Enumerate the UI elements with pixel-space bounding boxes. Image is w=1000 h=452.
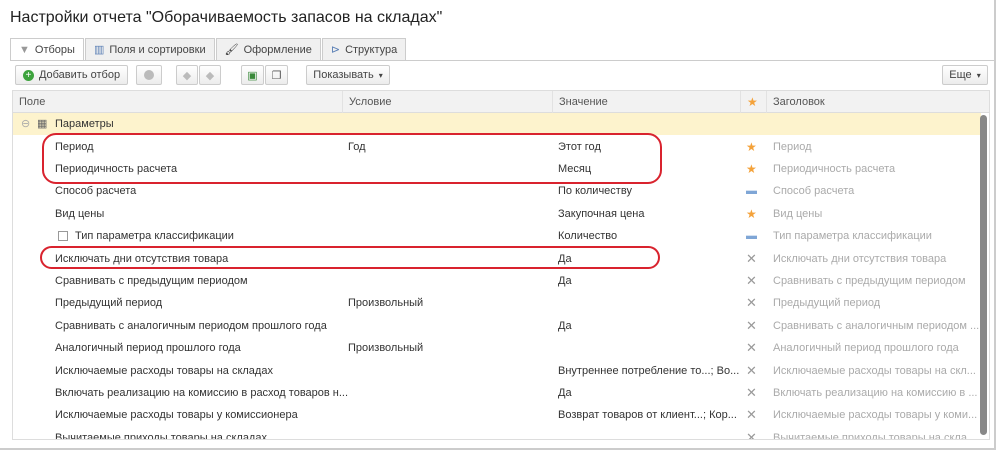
tab-bar: ▼ Отборы ▥ Поля и сортировки 🖌 Оформление ⊳… xyxy=(10,38,407,61)
title-cell: Период xyxy=(773,140,812,153)
highlight-ellipse xyxy=(40,246,660,269)
check-all-button[interactable]: ▣ xyxy=(241,65,264,85)
star-icon[interactable]: ★ xyxy=(740,91,766,113)
divider xyxy=(10,60,996,61)
close-icon[interactable]: ✕ xyxy=(746,315,757,337)
more-button[interactable]: Еще ▾ xyxy=(942,65,988,85)
filter-icon: ▼ xyxy=(19,44,30,56)
close-icon[interactable]: ✕ xyxy=(746,360,757,382)
star-icon[interactable]: ★ xyxy=(746,158,757,180)
arrow-up-icon: ◆ xyxy=(182,69,192,82)
close-icon[interactable]: ✕ xyxy=(746,337,757,359)
title-cell: Вид цены xyxy=(773,207,823,220)
tab-structure[interactable]: ⊳ Структура xyxy=(321,38,407,60)
scrollbar[interactable] xyxy=(980,115,987,435)
chevron-down-icon: ▾ xyxy=(378,70,383,80)
value-cell: Закупочная цена xyxy=(558,207,645,220)
tab-filters[interactable]: ▼ Отборы xyxy=(10,38,84,61)
dash-icon[interactable]: ▬ xyxy=(746,225,757,247)
table-row[interactable]: Вычитаемые приходы товары на складах ✕ Выч… xyxy=(13,427,981,440)
field-cell: Включать реализацию на комиссию в расход… xyxy=(55,386,349,399)
close-icon[interactable]: ✕ xyxy=(746,427,757,439)
condition-cell: Произвольный xyxy=(348,297,424,310)
title-cell: Предыдущий период xyxy=(773,297,881,310)
table-row[interactable]: Сравнивать с предыдущим периодом Да ✕ Сравн… xyxy=(13,270,981,292)
field-cell: Предыдущий период xyxy=(55,297,163,310)
structure-icon: ⊳ xyxy=(330,44,341,56)
star-icon[interactable]: ★ xyxy=(746,203,757,225)
field-cell: Аналогичный период прошлого года xyxy=(55,342,241,355)
group-label: Параметры xyxy=(55,118,114,130)
close-icon[interactable]: ✕ xyxy=(746,382,757,404)
move-down-button[interactable]: ◆ xyxy=(199,65,221,85)
table-row[interactable]: Предыдущий период Произвольный ✕ Предыдущий… xyxy=(13,292,981,314)
fields-icon: ▥ xyxy=(93,44,105,56)
close-icon[interactable]: ✕ xyxy=(746,292,757,314)
field-cell: Сравнивать с предыдущим периодом xyxy=(55,274,248,287)
chevron-down-icon: ▾ xyxy=(976,70,981,80)
table-row[interactable]: Вид цены Закупочная цена ★ Вид цены xyxy=(13,203,981,225)
title-cell: Сравнивать с предыдущим периодом xyxy=(773,274,966,287)
value-cell: Да xyxy=(558,274,572,287)
close-icon[interactable]: ✕ xyxy=(746,270,757,292)
field-cell: Сравнивать с аналогичным периодом прошло… xyxy=(55,319,327,332)
collapse-icon[interactable]: ⊖ xyxy=(21,113,30,135)
value-cell: Внутреннее потребление то...; Во... xyxy=(558,364,740,377)
move-up-button[interactable]: ◆ xyxy=(176,65,198,85)
dash-icon[interactable]: ▬ xyxy=(746,180,757,202)
title-cell: Сравнивать с аналогичным периодом ... xyxy=(773,319,980,332)
value-cell: Да xyxy=(558,386,572,399)
close-icon[interactable]: ✕ xyxy=(746,248,757,270)
field-cell: Вычитаемые приходы товары на складах xyxy=(55,431,267,440)
title-cell: Исключаемые расходы товары у коми... xyxy=(773,409,978,422)
check-icon: ▣ xyxy=(247,69,258,82)
value-cell: Да xyxy=(558,319,572,332)
column-condition[interactable]: Условие xyxy=(342,91,392,113)
value-cell: Количество xyxy=(558,230,618,243)
add-filter-button[interactable]: + Добавить отбор xyxy=(15,65,128,85)
column-field[interactable]: Поле xyxy=(13,91,45,113)
checkbox[interactable] xyxy=(58,231,68,242)
title-cell: Исключать дни отсутствия товара xyxy=(773,252,947,265)
copy-button[interactable]: ❐ xyxy=(265,65,288,85)
title-cell: Способ расчета xyxy=(773,185,855,198)
delete-icon xyxy=(144,70,154,80)
arrow-down-icon: ◆ xyxy=(205,69,215,82)
table-row[interactable]: Исключаемые расходы товары на складах Вну… xyxy=(13,360,981,382)
tab-appearance[interactable]: 🖌 Оформление xyxy=(215,38,321,60)
table-row[interactable]: Исключаемые расходы товары у комиссионер… xyxy=(13,404,981,426)
field-cell: Исключаемые расходы товары на складах xyxy=(55,364,273,377)
star-icon[interactable]: ★ xyxy=(746,136,757,158)
field-cell: Тип параметра классификации xyxy=(75,230,234,243)
title-cell: Аналогичный период прошлого года xyxy=(773,342,959,355)
table-row[interactable]: Аналогичный период прошлого года Произвол… xyxy=(13,337,981,359)
condition-cell: Произвольный xyxy=(348,342,424,355)
title-cell: Включать реализацию на комиссию в ... xyxy=(773,386,978,399)
table-header: Поле Условие Значение ★ Заголовок xyxy=(13,91,989,113)
calendar-icon: ▦ xyxy=(37,118,48,130)
close-icon[interactable]: ✕ xyxy=(746,404,757,426)
value-cell: Возврат товаров от клиент...; Кор... xyxy=(558,409,737,422)
copy-icon: ❐ xyxy=(271,69,282,82)
title-cell: Исключаемые расходы товары на скл... xyxy=(773,364,976,377)
table-row[interactable]: Включать реализацию на комиссию в расход… xyxy=(13,382,981,404)
column-title[interactable]: Заголовок xyxy=(766,91,825,113)
tab-fields[interactable]: ▥ Поля и сортировки xyxy=(84,38,215,60)
brush-icon: 🖌 xyxy=(224,44,239,56)
field-cell: Вид цены xyxy=(55,207,105,220)
table-row[interactable]: Тип параметра классификации Количество ▬ Ти… xyxy=(13,225,981,247)
add-icon: + xyxy=(22,69,34,81)
window-title: Настройки отчета "Оборачиваемость запасо… xyxy=(10,9,443,26)
title-cell: Тип параметра классификации xyxy=(773,230,932,243)
highlight-ellipse xyxy=(42,133,662,184)
title-cell: Вычитаемые приходы товары на скла... xyxy=(773,431,977,440)
field-cell: Исключаемые расходы товары у комиссионер… xyxy=(55,409,298,422)
show-dropdown[interactable]: Показывать ▾ xyxy=(306,65,390,85)
table-row[interactable]: Сравнивать с аналогичным периодом прошло… xyxy=(13,315,981,337)
column-value[interactable]: Значение xyxy=(552,91,608,113)
delete-button[interactable] xyxy=(136,65,162,85)
title-cell: Периодичность расчета xyxy=(773,162,896,175)
